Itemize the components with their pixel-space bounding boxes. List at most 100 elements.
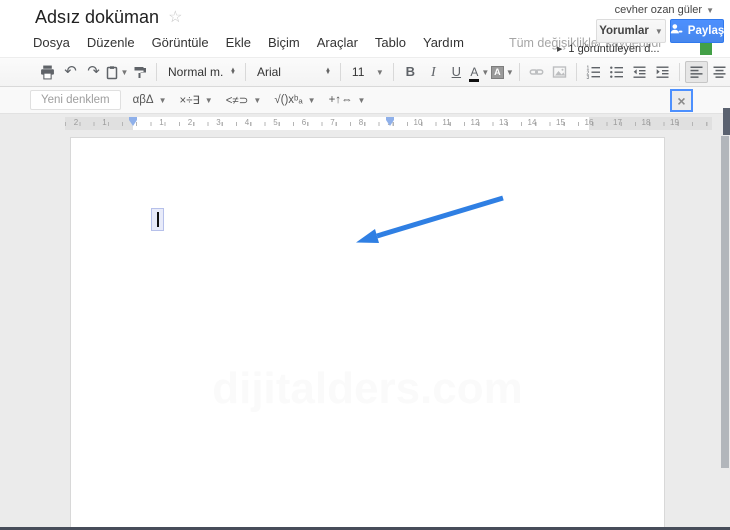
account-name: cevher ozan güler <box>614 4 703 16</box>
menu-yardım[interactable]: Yardım <box>423 35 464 50</box>
ruler-number: 17 <box>613 118 622 127</box>
align-center-icon <box>712 65 727 79</box>
align-left-button[interactable] <box>684 61 708 83</box>
size-value: 11 <box>351 65 365 79</box>
equation-symbol-group-3[interactable]: <≠⊃ ▼ <box>226 93 262 107</box>
ruler-number: 10 <box>413 118 423 127</box>
style-select[interactable]: Normal m... ▲ ▼ <box>162 61 240 83</box>
bulleted-list-button[interactable] <box>605 61 628 83</box>
indent-button[interactable] <box>651 61 674 83</box>
ruler-number: 2 <box>73 118 79 127</box>
header: Adsız doküman ☆ cevher ozan güler ▼ Dosy… <box>0 0 730 57</box>
menu-biçim[interactable]: Biçim <box>268 35 300 50</box>
highlight-color-icon: A <box>490 65 504 79</box>
menu-görüntüle[interactable]: Görüntüle <box>152 35 209 50</box>
chevron-down-icon: ▼ <box>357 95 366 105</box>
ruler-number: 1 <box>159 118 164 127</box>
ruler-number: 3 <box>216 118 221 127</box>
equation-symbol-group-5[interactable]: +↑⇔ ▼ <box>329 94 366 106</box>
align-center-button[interactable] <box>708 61 730 83</box>
ruler-number: 12 <box>470 118 480 127</box>
size-select[interactable]: 11 ▼ <box>346 61 388 83</box>
vertical-scrollbar-thumb[interactable] <box>721 136 729 468</box>
menu-ekle[interactable]: Ekle <box>226 35 251 50</box>
print-button[interactable] <box>36 61 59 83</box>
menu-dosya[interactable]: Dosya <box>33 35 70 50</box>
toolbar-separator <box>392 63 394 81</box>
viewers-toggle[interactable]: ▶ 1 görüntüleyen d... <box>557 43 660 55</box>
indent-marker[interactable] <box>129 117 137 126</box>
ruler-number: 15 <box>556 118 565 127</box>
new-equation-button[interactable]: Yeni denklem <box>30 90 121 110</box>
ruler-number: 2 <box>187 118 193 127</box>
ruler-number: 1 <box>102 118 107 127</box>
star-icon[interactable]: ☆ <box>168 9 182 26</box>
toolbar-separator <box>339 63 341 81</box>
equation-group-label: √()xᵇₐ <box>274 94 303 106</box>
ruler-number: 14 <box>527 118 537 127</box>
ruler-number: 16 <box>584 118 594 127</box>
document-title[interactable]: Adsız doküman <box>35 7 159 28</box>
menu-düzenle[interactable]: Düzenle <box>87 35 135 50</box>
menu-araçlar[interactable]: Araçlar <box>317 35 358 50</box>
underline-button[interactable]: U <box>445 61 468 83</box>
ruler[interactable]: 2 1 1 2 3 4 5 6 7 8 9 10 11 12 13 14 15 16 17 18 19 <box>65 117 712 130</box>
new-equation-label: Yeni denklem <box>41 94 110 106</box>
insert-link-icon <box>529 65 544 79</box>
ruler-number: 19 <box>670 118 679 127</box>
comments-button[interactable]: Yorumlar ▼ <box>596 19 666 43</box>
viewers-label: 1 görüntüleyen d... <box>568 43 660 55</box>
comments-label: Yorumlar <box>599 25 649 37</box>
title-row: Adsız doküman ☆ <box>35 7 182 28</box>
outdent-button[interactable] <box>628 61 651 83</box>
bulleted-list-icon <box>609 65 624 79</box>
paint-format-button[interactable] <box>128 61 151 83</box>
undo-button[interactable]: ↶ <box>59 61 82 83</box>
toolbar-separator <box>156 63 157 81</box>
equation-symbol-group-2[interactable]: ×÷∃ ▼ <box>180 93 213 107</box>
ruler-number: 18 <box>641 118 651 127</box>
bold-button[interactable]: B <box>399 61 422 83</box>
close-equation-toolbar-button[interactable]: × <box>670 89 693 112</box>
redo-button[interactable]: ↷ <box>82 61 105 83</box>
updown-icon: ▲ ▼ <box>324 66 331 76</box>
underline-icon: U <box>451 64 462 79</box>
chevron-down-icon: ▼ <box>375 67 384 77</box>
equation-group-label: ×÷∃ <box>179 95 200 107</box>
chevron-down-icon: ▼ <box>706 5 714 15</box>
account-menu[interactable]: cevher ozan güler ▼ <box>615 4 714 16</box>
highlight-color-button[interactable]: A ▼ <box>490 61 514 83</box>
chevron-down-icon: ▼ <box>204 95 213 105</box>
insert-link-button <box>525 61 548 83</box>
indent-marker[interactable] <box>385 117 394 126</box>
menu-tablo[interactable]: Tablo <box>375 35 406 50</box>
equation-placeholder[interactable] <box>151 208 164 231</box>
font-select[interactable]: Arial ▲ ▼ <box>251 61 335 83</box>
ruler-number: 4 <box>244 118 250 127</box>
paint-format-icon <box>133 65 147 80</box>
chevron-down-icon: ▼ <box>307 95 316 105</box>
italic-icon: I <box>430 65 436 80</box>
italic-button[interactable]: I <box>422 61 445 83</box>
toolbar-separator <box>678 63 680 81</box>
document-page[interactable]: dijitalders.com <box>70 137 665 527</box>
chevron-down-icon: ▼ <box>253 95 262 105</box>
text-color-button[interactable]: A ▼ <box>468 61 491 83</box>
align-left-icon <box>689 65 704 79</box>
numbered-list-icon: 123 <box>586 65 601 79</box>
insert-image-button <box>548 61 571 83</box>
ruler-number: 13 <box>499 118 508 127</box>
paste-format-button[interactable]: ▼ <box>105 61 128 83</box>
equation-symbol-group-1[interactable]: αβΔ ▼ <box>133 94 167 106</box>
equation-toolbar: Yeni denklem αβΔ ▼ ×÷∃ ▼ <≠⊃ ▼ √()xᵇₐ ▼ +↑⇔ ▼ × <box>0 87 730 114</box>
equation-symbol-group-4[interactable]: √()xᵇₐ ▼ <box>274 94 315 106</box>
numbered-list-button[interactable]: 123 <box>582 61 605 83</box>
chevron-down-icon: ▼ <box>158 95 167 105</box>
outdent-icon <box>632 65 647 79</box>
updown-icon: ▲ ▼ <box>230 66 236 76</box>
text-cursor <box>157 212 159 227</box>
chevron-down-icon: ▼ <box>505 67 514 77</box>
share-button[interactable]: Paylaş <box>670 19 724 43</box>
style-value: Normal m... <box>168 65 224 79</box>
equation-group-label: +↑⇔ <box>328 94 353 106</box>
